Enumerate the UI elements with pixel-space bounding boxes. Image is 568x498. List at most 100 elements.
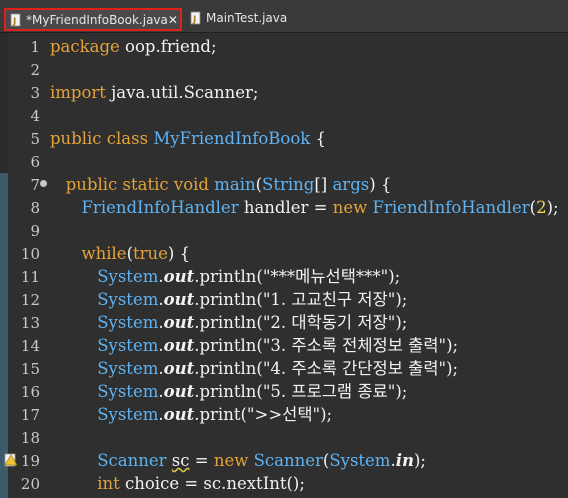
code-token: new xyxy=(332,198,373,217)
line-number: 18 xyxy=(20,429,40,447)
code-line[interactable]: package oop.friend; xyxy=(50,35,217,58)
line-number: 15 xyxy=(20,360,40,378)
code-line[interactable]: while(true) { xyxy=(50,242,190,265)
code-area[interactable]: package oop.friend; import java.util.Scan… xyxy=(50,33,568,498)
code-token: package xyxy=(50,37,120,56)
code-token: System xyxy=(97,313,159,332)
line-number: 16 xyxy=(20,383,40,401)
svg-text:J: J xyxy=(12,17,16,27)
tab-label: *MyFriendInfoBook.java xyxy=(26,12,168,27)
code-token: "5. 프로그램 종료" xyxy=(262,382,396,401)
line-number: 3 xyxy=(30,84,40,102)
code-token: out xyxy=(163,267,195,286)
code-line[interactable]: System.out.println("2. 대학동기 저장"); xyxy=(50,311,407,334)
code-token: out xyxy=(163,405,195,424)
java-file-icon: J xyxy=(190,11,202,25)
code-token: import xyxy=(50,83,106,102)
code-token: "2. 대학동기 저장" xyxy=(262,313,396,332)
code-token: out xyxy=(163,382,195,401)
code-token: .println( xyxy=(194,290,263,309)
code-token: out xyxy=(163,290,195,309)
code-token: FriendInfoHandler xyxy=(81,198,239,217)
code-token: ); xyxy=(546,198,559,217)
code-line[interactable]: int choice = sc.nextInt(); xyxy=(50,472,305,495)
code-token: out xyxy=(163,313,195,332)
code-token: System xyxy=(97,359,159,378)
tab-label: MainTest.java xyxy=(206,11,288,25)
code-line[interactable]: public class MyFriendInfoBook { xyxy=(50,127,326,150)
tab-myfriendinfobook[interactable]: J *MyFriendInfoBook.java ✕ xyxy=(4,8,182,31)
line-number: 6 xyxy=(30,153,40,171)
code-token: true xyxy=(133,244,168,263)
code-token: in xyxy=(395,451,414,470)
overview-ruler xyxy=(0,33,8,498)
code-token: .println( xyxy=(194,336,263,355)
code-token: { xyxy=(310,129,327,148)
line-number: 10 xyxy=(20,245,40,263)
code-line[interactable]: System.out.println("***메뉴선택***"); xyxy=(50,265,400,288)
code-line[interactable]: System.out.println("3. 주소록 전체정보 출력"); xyxy=(50,334,458,357)
code-token: ) { xyxy=(369,175,392,194)
code-line[interactable]: public static void main(String[] args) { xyxy=(50,173,392,196)
code-line[interactable]: import java.util.Scanner; xyxy=(50,81,258,104)
code-token: ); xyxy=(388,267,401,286)
line-number: 4 xyxy=(30,107,40,125)
code-token: oop.friend; xyxy=(119,37,217,56)
code-token: ); xyxy=(446,336,459,355)
code-token: Scanner xyxy=(97,451,167,470)
code-token: "1. 고교친구 저장" xyxy=(262,290,396,309)
code-token: sc xyxy=(171,451,190,470)
code-token: args xyxy=(332,175,370,194)
code-token: System xyxy=(329,451,391,470)
code-token: ); xyxy=(413,451,426,470)
scope-marker xyxy=(0,173,8,498)
code-line[interactable]: System.out.println("1. 고교친구 저장"); xyxy=(50,288,407,311)
code-token: "***메뉴선택***" xyxy=(262,267,389,286)
code-token: System xyxy=(97,382,159,401)
code-line[interactable]: System.out.println("5. 프로그램 종료"); xyxy=(50,380,407,403)
line-number: 19 xyxy=(20,452,40,470)
code-token: main xyxy=(214,175,256,194)
code-token: ) { xyxy=(167,244,191,263)
code-token: out xyxy=(163,359,195,378)
code-token: System xyxy=(97,336,159,355)
code-line[interactable]: FriendInfoHandler handler = new FriendIn… xyxy=(50,196,559,219)
line-number: 2 xyxy=(30,61,40,79)
editor-tab-bar: J *MyFriendInfoBook.java ✕ J MainTest.ja… xyxy=(0,0,568,33)
code-token: .println( xyxy=(194,313,263,332)
line-number: 12 xyxy=(20,291,40,309)
code-token: "3. 주소록 전체정보 출력" xyxy=(262,336,447,355)
line-number: 13 xyxy=(20,314,40,332)
fold-toggle-icon[interactable] xyxy=(40,180,47,187)
code-line[interactable]: Scanner sc = new Scanner(System.in); xyxy=(50,449,426,472)
code-editor[interactable]: 1 2 3 4 5 6 7 8 9 10 11 12 13 14 15 16 17 18 19 20 package … xyxy=(0,33,568,498)
warning-marker-icon[interactable] xyxy=(4,452,18,468)
code-token: Scanner xyxy=(253,451,323,470)
tab-maintest[interactable]: J MainTest.java xyxy=(190,7,287,29)
code-token: public class xyxy=(50,129,154,148)
code-token: ); xyxy=(395,313,408,332)
code-line[interactable]: System.out.print(">>선택"); xyxy=(50,403,332,426)
code-line[interactable]: System.out.println("4. 주소록 간단정보 출력"); xyxy=(50,357,458,380)
line-number-gutter: 1 2 3 4 5 6 7 8 9 10 11 12 13 14 15 16 17 18 19 20 xyxy=(8,33,44,498)
code-token: handler = xyxy=(238,198,333,217)
code-token: "4. 주소록 간단정보 출력" xyxy=(262,359,447,378)
code-token: while xyxy=(81,244,127,263)
close-tab-icon[interactable]: ✕ xyxy=(168,13,178,27)
code-token: out xyxy=(163,336,195,355)
code-token: .println( xyxy=(194,382,263,401)
code-token: 2 xyxy=(536,198,547,217)
code-token: int xyxy=(97,474,120,493)
line-number: 14 xyxy=(20,337,40,355)
code-token: = xyxy=(189,451,214,470)
